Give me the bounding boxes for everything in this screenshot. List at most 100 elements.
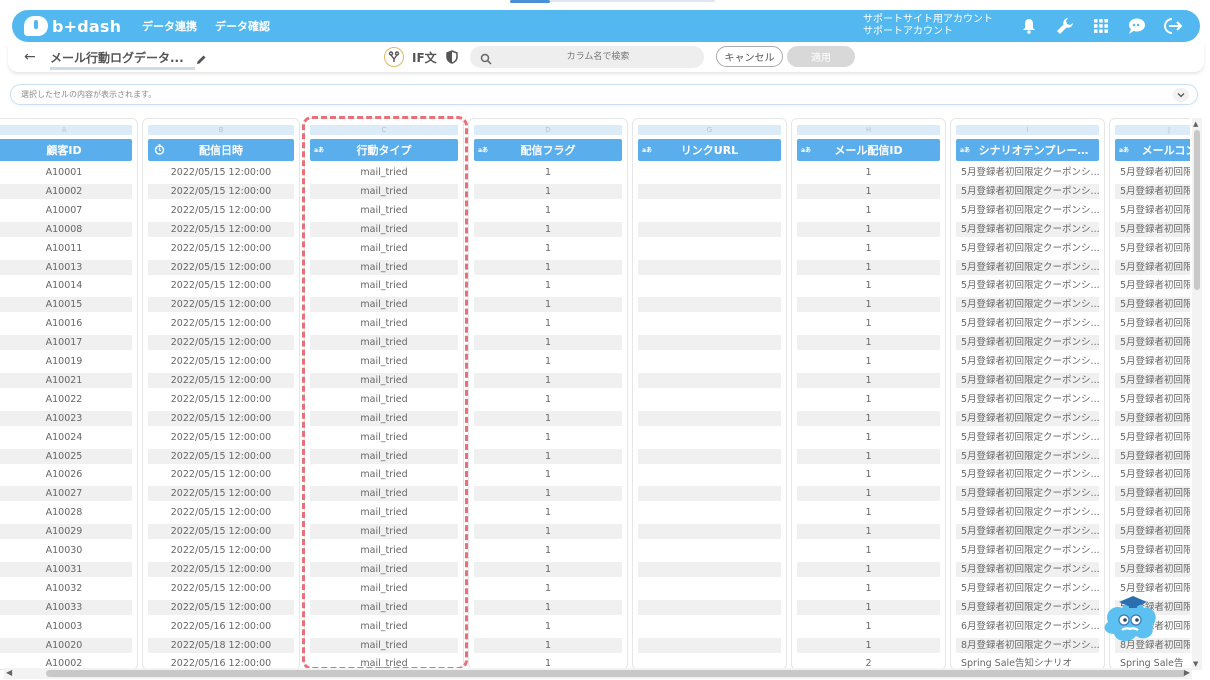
table-cell[interactable]: 5月登録者初回限定クーポンシ... [956,241,1099,256]
table-cell[interactable]: 5月登録者初回限定クーポンシ... [956,561,1099,577]
table-cell[interactable] [638,467,781,482]
shield-icon[interactable] [446,49,458,68]
table-cell[interactable]: 5月登録者初回限定クーポンシ... [956,278,1099,293]
table-cell[interactable]: 8月登録者初回限定クーポンシ... [956,637,1099,653]
table-cell[interactable]: 5月登録者初回限 [1115,392,1190,407]
table-cell[interactable]: 1 [474,259,622,275]
table-cell[interactable]: mail_tried [310,410,458,426]
table-cell[interactable]: A10001 [0,165,132,180]
table-cell[interactable]: 5月登録者初回限定クーポンシ... [956,543,1099,558]
table-cell[interactable]: 1 [797,354,940,369]
table-cell[interactable]: 2022/05/16 12:00:00 [148,619,294,634]
table-cell[interactable]: A10032 [0,581,132,596]
table-cell[interactable] [638,619,781,634]
table-cell[interactable]: 1 [474,372,622,388]
table-cell[interactable]: 1 [474,203,622,218]
table-cell[interactable]: A10013 [0,259,132,275]
table-cell[interactable]: 5月登録者初回限定クーポンシ... [956,183,1099,199]
table-cell[interactable]: 5月登録者初回限定クーポンシ... [956,221,1099,237]
table-cell[interactable]: A10027 [0,486,132,502]
table-cell[interactable]: 2022/05/15 12:00:00 [148,372,294,388]
app-logo[interactable]: b+dash [24,16,124,36]
table-cell[interactable]: 5月登録者初回限定クーポンシ... [956,165,1099,180]
table-cell[interactable]: 1 [797,543,940,558]
column-search[interactable] [470,46,704,68]
table-cell[interactable] [638,183,781,199]
table-cell[interactable]: mail_tried [310,392,458,407]
table-cell[interactable] [638,524,781,540]
table-cell[interactable] [638,543,781,558]
table-cell[interactable]: 5月登録者初回限定クーポンシ... [956,581,1099,596]
table-cell[interactable]: 5月登録者初回限定クーポンシ... [956,430,1099,445]
vertical-scrollbar[interactable]: ▲ ▼ [1192,118,1202,670]
table-cell[interactable]: 2022/05/15 12:00:00 [148,505,294,520]
table-cell[interactable]: 5月登録者初回限 [1115,241,1190,256]
table-cell[interactable]: 1 [797,183,940,199]
table-cell[interactable]: A10008 [0,221,132,237]
table-cell[interactable]: 1 [474,430,622,445]
table-cell[interactable]: mail_tried [310,581,458,596]
table-cell[interactable]: mail_tried [310,430,458,445]
table-cell[interactable]: 1 [474,637,622,653]
table-cell[interactable]: mail_tried [310,448,458,464]
table-cell[interactable]: 1 [474,581,622,596]
table-cell[interactable]: mail_tried [310,183,458,199]
table-cell[interactable] [638,410,781,426]
table-cell[interactable]: 2022/05/15 12:00:00 [148,448,294,464]
table-cell[interactable]: 1 [474,221,622,237]
table-cell[interactable]: 5月登録者初回限定クーポンシ... [956,505,1099,520]
vertical-scroll-thumb[interactable] [1194,130,1200,290]
horizontal-scroll-thumb[interactable] [46,670,1186,677]
table-cell[interactable]: 5月登録者初回限 [1115,165,1190,180]
table-cell[interactable]: 1 [797,316,940,331]
column-header[interactable]: aあ リンクURL [638,139,781,161]
table-cell[interactable]: mail_tried [310,259,458,275]
table-cell[interactable]: A10028 [0,505,132,520]
table-cell[interactable] [638,165,781,180]
table-cell[interactable]: 1 [474,619,622,634]
table-cell[interactable]: 5月登録者初回限 [1115,448,1190,464]
table-cell[interactable]: mail_tried [310,297,458,313]
table-cell[interactable] [638,221,781,237]
table-cell[interactable] [638,278,781,293]
table-cell[interactable]: A10033 [0,599,132,615]
table-cell[interactable]: 5月登録者初回限 [1115,410,1190,426]
table-cell[interactable]: A10014 [0,278,132,293]
table-cell[interactable]: A10011 [0,241,132,256]
table-cell[interactable] [638,599,781,615]
column-search-input[interactable] [500,46,696,68]
table-cell[interactable] [638,430,781,445]
table-cell[interactable]: A10015 [0,297,132,313]
table-cell[interactable]: 1 [474,524,622,540]
table-cell[interactable]: 5月登録者初回限定クーポンシ... [956,524,1099,540]
table-cell[interactable]: 1 [474,335,622,351]
table-cell[interactable]: 1 [797,505,940,520]
table-cell[interactable]: 5月登録者初回限 [1115,372,1190,388]
pencil-icon[interactable] [196,50,207,69]
table-cell[interactable]: A10031 [0,561,132,577]
table-cell[interactable]: 1 [797,335,940,351]
table-cell[interactable] [638,637,781,653]
table-cell[interactable] [638,259,781,275]
column-header[interactable]: aあ 行動タイプ [310,139,458,161]
column-header[interactable]: 配信日時 [148,139,294,161]
table-cell[interactable]: mail_tried [310,505,458,520]
column-letter[interactable]: D [474,125,622,135]
table-cell[interactable]: 5月登録者初回限 [1115,203,1190,218]
table-cell[interactable]: 1 [797,392,940,407]
chat-icon[interactable] [1126,15,1148,37]
table-cell[interactable]: 1 [797,524,940,540]
table-cell[interactable]: mail_tried [310,467,458,482]
column-letter[interactable]: G [638,125,781,135]
table-cell[interactable]: 5月登録者初回限 [1115,221,1190,237]
column-letter[interactable]: J [1115,125,1190,135]
table-cell[interactable]: 2022/05/15 12:00:00 [148,410,294,426]
column-letter[interactable]: A [0,125,132,135]
table-cell[interactable]: 1 [797,241,940,256]
table-cell[interactable]: 5月登録者初回限 [1115,430,1190,445]
table-cell[interactable]: 5月登録者初回限定クーポンシ... [956,448,1099,464]
table-cell[interactable]: 1 [474,183,622,199]
table-cell[interactable]: 5月登録者初回限定クーポンシ... [956,316,1099,331]
nav-link-data-integration[interactable]: データ連携 [142,18,197,34]
table-cell[interactable]: mail_tried [310,335,458,351]
